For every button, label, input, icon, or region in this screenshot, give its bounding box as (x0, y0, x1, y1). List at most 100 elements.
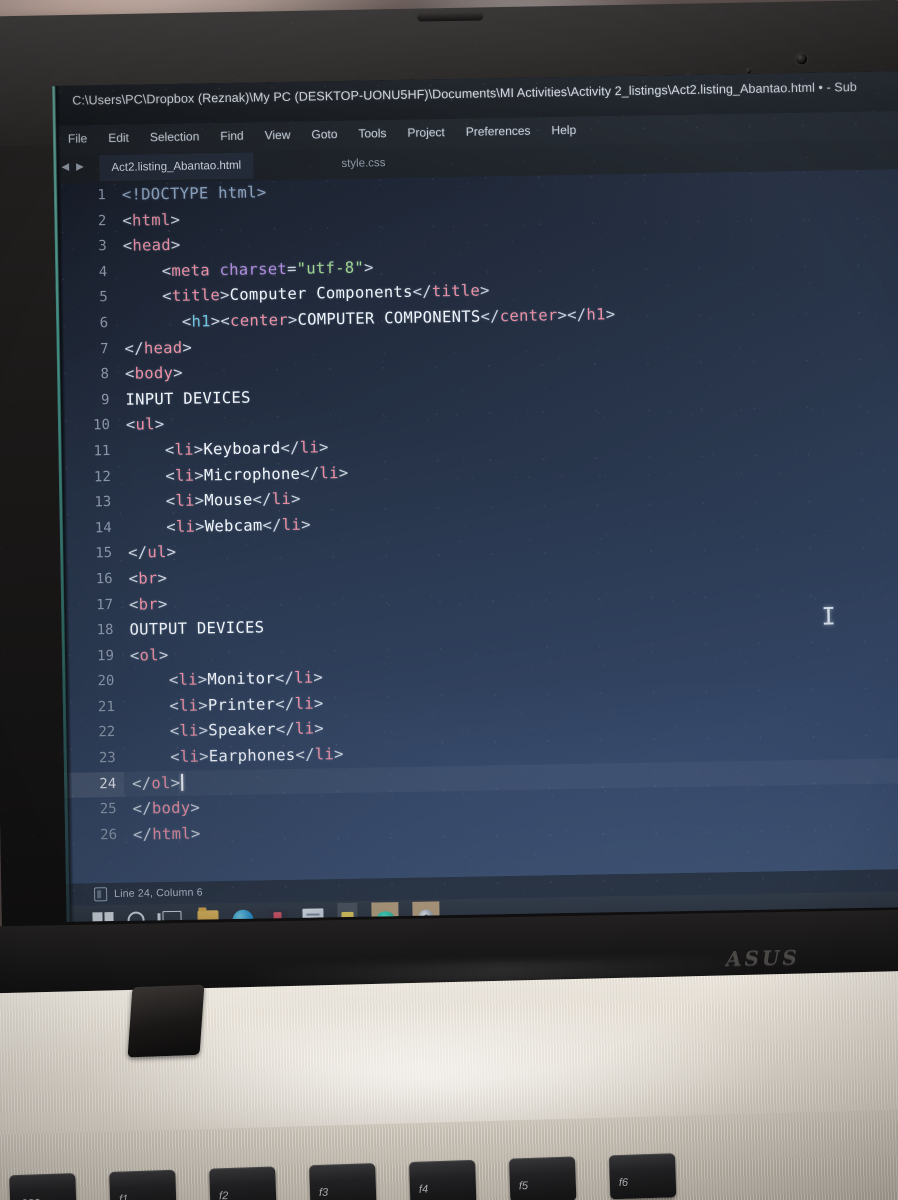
laptop-hinge (127, 984, 205, 1058)
key-f6[interactable]: f6 (608, 1153, 677, 1200)
token-punct: > (157, 594, 168, 613)
token-tagname: li (294, 719, 315, 739)
code-text[interactable]: </head> (124, 335, 192, 362)
token-punct: </ (480, 307, 500, 326)
line-number: 3 (98, 238, 107, 255)
token-punct: > (194, 517, 205, 536)
token-punct: > (190, 824, 201, 843)
menu-item-goto[interactable]: Goto (308, 125, 340, 144)
code-text[interactable]: <br> (128, 566, 167, 592)
key-f4[interactable]: f4 (409, 1159, 477, 1200)
token-punct: < (127, 492, 176, 511)
token-punct: > (314, 719, 325, 738)
token-tagname: head (132, 236, 172, 255)
token-punct: < (126, 466, 176, 486)
token-punct: > (193, 440, 204, 459)
code-text[interactable]: </ol> (132, 770, 183, 796)
token-punct: < (123, 312, 192, 332)
menu-item-edit[interactable]: Edit (105, 129, 132, 147)
token-punct: </ (132, 799, 153, 818)
cursor-position-label: Line 24, Column 6 (114, 886, 203, 901)
line-number: 19 (96, 647, 115, 664)
token-doctype: <!DOCTYPE html> (121, 183, 267, 204)
tab-nav-arrows[interactable]: ◀ ▶ (61, 161, 84, 172)
code-text[interactable]: <html> (122, 207, 180, 234)
token-tagname: li (179, 722, 199, 741)
start-button[interactable] (92, 911, 114, 922)
token-punct: < (130, 696, 180, 716)
token-punct: > (173, 363, 183, 383)
code-text[interactable]: </html> (133, 821, 201, 848)
line-number: 5 (99, 289, 108, 306)
line-number: 12 (93, 468, 111, 485)
menu-item-view[interactable]: View (261, 126, 293, 145)
menu-item-file[interactable]: File (65, 129, 91, 147)
token-punct: </ (274, 669, 295, 688)
code-text[interactable]: <li>Printer</li> (131, 691, 324, 720)
menu-item-preferences[interactable]: Preferences (463, 122, 534, 141)
tab-prev-icon[interactable]: ◀ (61, 162, 69, 173)
code-text[interactable]: <li>Speaker</li> (131, 717, 324, 746)
menu-item-selection[interactable]: Selection (147, 127, 203, 146)
token-text: Printer (207, 695, 276, 715)
line-number: 23 (98, 750, 116, 767)
line-number: 20 (97, 673, 115, 690)
token-punct: </ (124, 339, 145, 358)
tab-next-icon[interactable]: ▶ (76, 161, 84, 172)
token-tagname: ul (147, 543, 167, 562)
code-lines-container[interactable]: 1 <!DOCTYPE html> 2 <html> 3 <head> 4 <meta ch… (54, 169, 898, 884)
code-text[interactable]: <br> (129, 592, 168, 618)
code-text[interactable]: <head> (123, 233, 181, 260)
code-text[interactable]: </body> (132, 796, 200, 823)
code-text[interactable]: <li>Keyboard</li> (126, 435, 329, 464)
text-caret (181, 773, 183, 791)
token-tagname: li (179, 747, 200, 766)
code-text[interactable]: <li>Mouse</li> (127, 487, 301, 516)
token-tagname: ol (139, 645, 160, 665)
tab-act2-listing-html[interactable]: Act2.listing_Abantao.html (99, 152, 254, 182)
code-text[interactable]: <li>Monitor</li> (130, 666, 323, 695)
tab-style-css[interactable]: style.css (329, 150, 398, 177)
key-label: f1 (118, 1193, 129, 1200)
code-text[interactable]: <ol> (130, 643, 169, 669)
code-text[interactable]: INPUT DEVICES (125, 385, 251, 413)
token-punct: < (131, 747, 181, 767)
code-editor[interactable]: 1 <!DOCTYPE html> 2 <html> 3 <head> 4 <meta ch… (53, 168, 898, 884)
search-button[interactable] (127, 911, 148, 922)
token-tagname: br (138, 594, 159, 614)
token-tagname: li (319, 463, 339, 482)
token-punct: </ (295, 745, 315, 764)
code-text[interactable]: <li>Earphones</li> (132, 742, 344, 771)
code-text[interactable]: <ul> (126, 412, 165, 438)
token-text: Earphones (208, 745, 296, 766)
key-label: f3 (318, 1186, 329, 1200)
menu-item-tools[interactable]: Tools (355, 124, 389, 143)
search-icon[interactable] (127, 911, 145, 922)
webcam-sensor-dot (746, 68, 752, 74)
key-f5[interactable]: f5 (508, 1156, 577, 1200)
code-text[interactable]: <body> (125, 361, 183, 388)
menu-item-help[interactable]: Help (548, 121, 579, 140)
mouse-ibeam-cursor: I (821, 602, 837, 631)
line-number: 2 (97, 212, 107, 229)
token-punct: > (170, 235, 181, 255)
token-text: Speaker (208, 720, 276, 740)
key-f2[interactable]: f2 (209, 1166, 277, 1200)
token-tagname: li (281, 515, 302, 534)
key-esc[interactable]: esc (9, 1173, 77, 1200)
code-text[interactable]: <li>Webcam</li> (128, 512, 311, 541)
code-text[interactable]: <li>Microphone</li> (127, 460, 349, 489)
key-f1[interactable]: f1 (109, 1169, 177, 1200)
key-label: esc (21, 1194, 40, 1200)
code-text[interactable]: </ul> (128, 540, 177, 566)
token-text: COMPUTER COMPONENTS (297, 307, 481, 329)
code-text[interactable]: <!DOCTYPE html> (122, 180, 267, 208)
token-tagname: li (178, 696, 199, 715)
token-punct: > (333, 745, 344, 764)
token-punct: < (123, 261, 172, 281)
token-punct: </ (300, 463, 320, 483)
menu-item-find[interactable]: Find (217, 127, 247, 146)
code-text[interactable]: OUTPUT DEVICES (129, 615, 264, 643)
menu-item-project[interactable]: Project (404, 123, 448, 142)
key-f3[interactable]: f3 (309, 1163, 377, 1200)
